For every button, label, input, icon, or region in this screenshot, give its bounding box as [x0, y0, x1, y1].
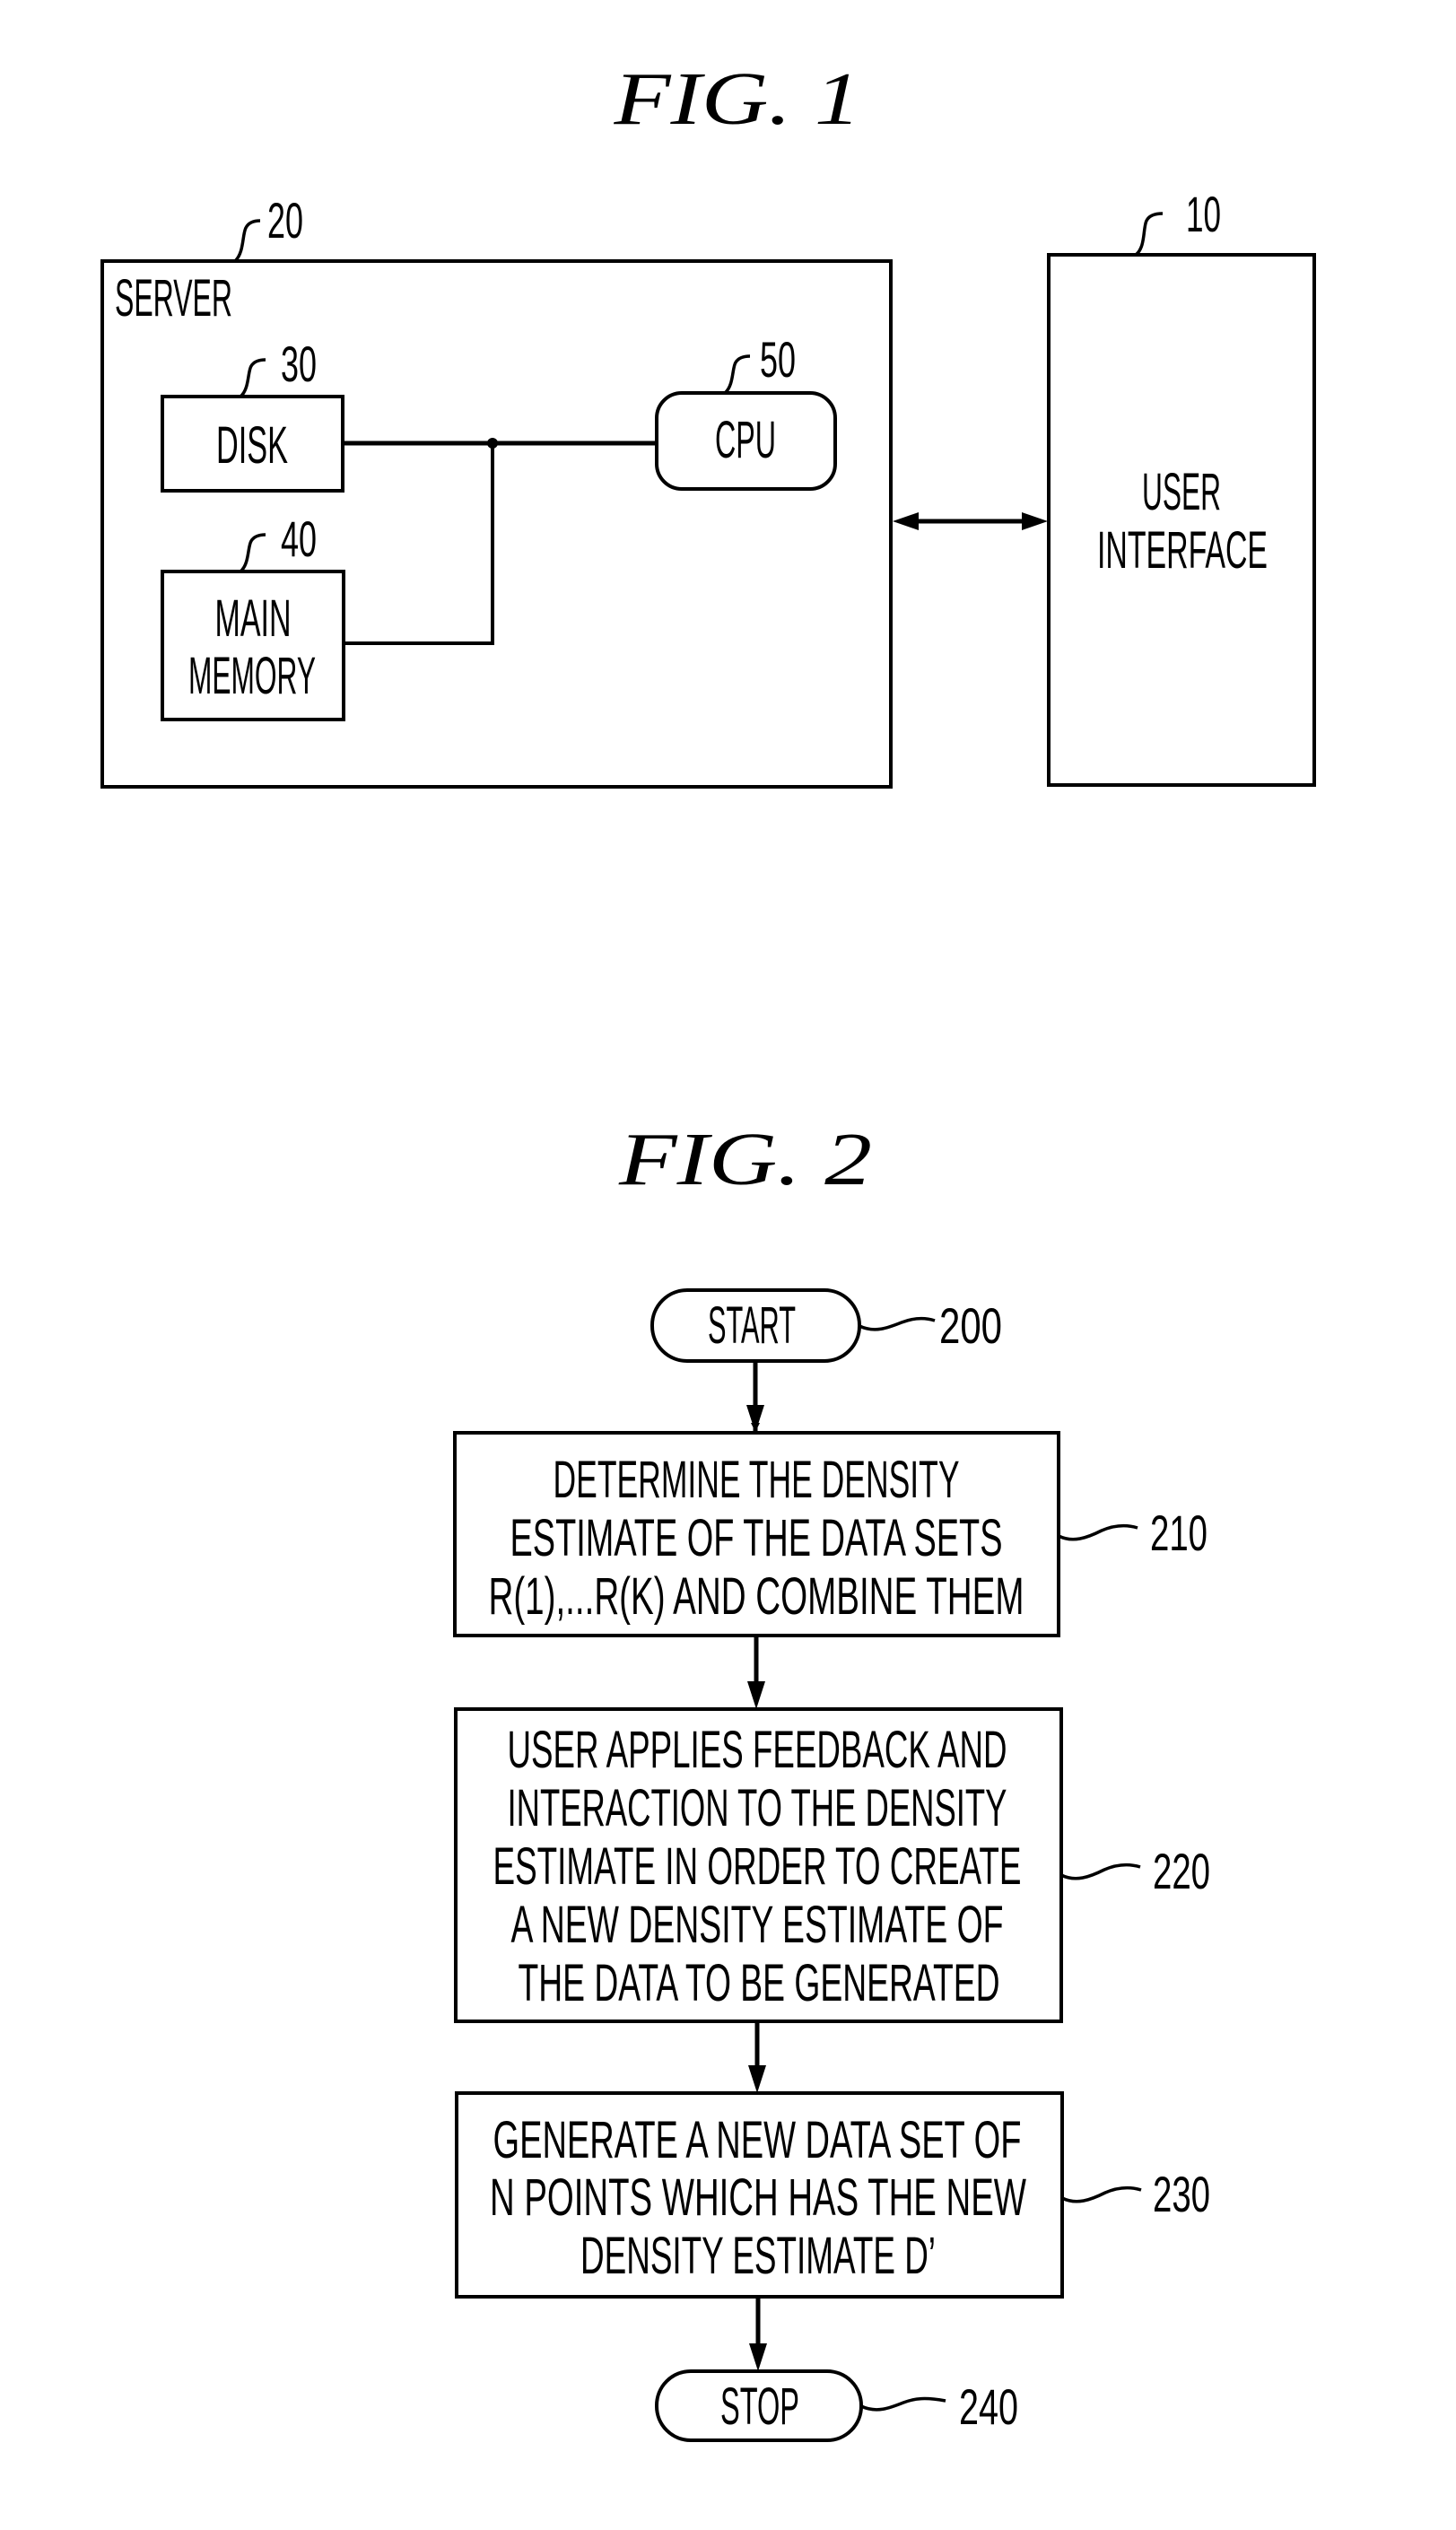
- step-220-line-5: THE DATA TO BE GENERATED: [519, 1954, 1000, 2012]
- step-220-line-3: ESTIMATE IN ORDER TO CREATE: [493, 1837, 1022, 1896]
- user-interface-leader-line: [1134, 212, 1164, 257]
- process-step-220: USER APPLIES FEEDBACK AND INTERACTION TO…: [454, 1707, 1210, 2023]
- stop-ref-number: 240: [959, 2378, 1018, 2435]
- stop-label: STOP: [720, 2377, 799, 2436]
- server-ref-number: 20: [267, 192, 303, 249]
- server-leader-line: [233, 219, 261, 263]
- arrowhead-down-icon: [748, 2065, 766, 2093]
- stop-leader-wave: [860, 2396, 946, 2412]
- step-220-line-4: A NEW DENSITY ESTIMATE OF: [511, 1896, 1004, 1954]
- start-leader-wave: [859, 1316, 936, 1331]
- step-220-line-2: INTERACTION TO THE DENSITY: [508, 1779, 1007, 1837]
- user-interface-ref-number: 10: [1186, 186, 1221, 242]
- process-step-230: GENERATE A NEW DATA SET OF N POINTS WHIC…: [455, 2091, 1210, 2299]
- process-step-210: DETERMINE THE DENSITY ESTIMATE OF THE DA…: [453, 1431, 1208, 1637]
- figure-1-title: FIG. 1: [613, 57, 860, 141]
- server-ui-bidirectional-arrow: [893, 512, 1048, 530]
- cpu-label: CPU: [715, 411, 776, 469]
- step-220-leader-wave: [1060, 1863, 1141, 1880]
- step-230-line-2: N POINTS WHICH HAS THE NEW: [490, 2168, 1026, 2227]
- internal-bus: [343, 438, 657, 645]
- arrowhead-down-icon: [747, 1681, 765, 1709]
- stop-terminal: STOP 240: [655, 2369, 1018, 2442]
- step-220-line-1: USER APPLIES FEEDBACK AND: [508, 1721, 1007, 1779]
- main-memory-leader-line: [239, 533, 266, 573]
- start-label: START: [708, 1296, 796, 1355]
- arrowhead-right-icon: [1022, 512, 1048, 530]
- step-210-leader-wave: [1058, 1523, 1138, 1541]
- cpu-ref-number: 50: [760, 331, 796, 388]
- memory-to-bus-line: [344, 443, 494, 645]
- figure-2: FIG. 2 START 200 DETERMINE THE DENSITY E…: [453, 1118, 1210, 2442]
- arrowhead-down-icon: [749, 2343, 767, 2371]
- disk-ref-number: 30: [281, 336, 317, 392]
- step-220-ref-number: 220: [1153, 1843, 1210, 1899]
- main-memory-block: MAIN MEMORY 40: [161, 510, 345, 721]
- step-230-line-3: DENSITY ESTIMATE D’: [580, 2227, 936, 2285]
- arrowhead-left-icon: [893, 512, 919, 530]
- main-memory-ref-number: 40: [281, 510, 317, 567]
- cpu-leader-line: [723, 354, 751, 395]
- disk-leader-line: [239, 358, 266, 398]
- step-210-line-2: ESTIMATE OF THE DATA SETS: [510, 1509, 1003, 1567]
- arrowhead-down-icon: [746, 1405, 764, 1433]
- user-interface-block: USER INTERFACE 10: [1047, 186, 1316, 787]
- step-230-ref-number: 230: [1153, 2166, 1210, 2222]
- main-memory-label-line-1: MAIN: [215, 589, 292, 648]
- patent-drawing-sheet: FIG. 1 SERVER 20 DISK 30 MAIN MEMORY 40: [100, 57, 1316, 2442]
- step-210-line-1: DETERMINE THE DENSITY: [554, 1451, 960, 1509]
- figure-2-title: FIG. 2: [618, 1118, 872, 1201]
- cpu-block: CPU 50: [655, 331, 837, 491]
- figure-1: FIG. 1 SERVER 20 DISK 30 MAIN MEMORY 40: [100, 57, 1316, 789]
- step-210-ref-number: 210: [1150, 1505, 1208, 1561]
- start-ref-number: 200: [939, 1297, 1002, 1354]
- disk-block: DISK 30: [161, 336, 344, 493]
- disk-label: DISK: [216, 416, 288, 475]
- main-memory-label-line-2: MEMORY: [188, 647, 316, 705]
- user-interface-label-line-2: INTERFACE: [1097, 521, 1268, 580]
- user-interface-label-line-1: USER: [1142, 463, 1221, 521]
- step-230-leader-wave: [1061, 2185, 1142, 2203]
- start-terminal: START 200: [650, 1288, 1002, 1363]
- bus-junction-dot: [487, 438, 498, 449]
- step-210-line-3: R(1),...R(K) AND COMBINE THEM: [489, 1567, 1024, 1626]
- step-230-line-1: GENERATE A NEW DATA SET OF: [493, 2111, 1022, 2169]
- server-label: SERVER: [115, 269, 232, 327]
